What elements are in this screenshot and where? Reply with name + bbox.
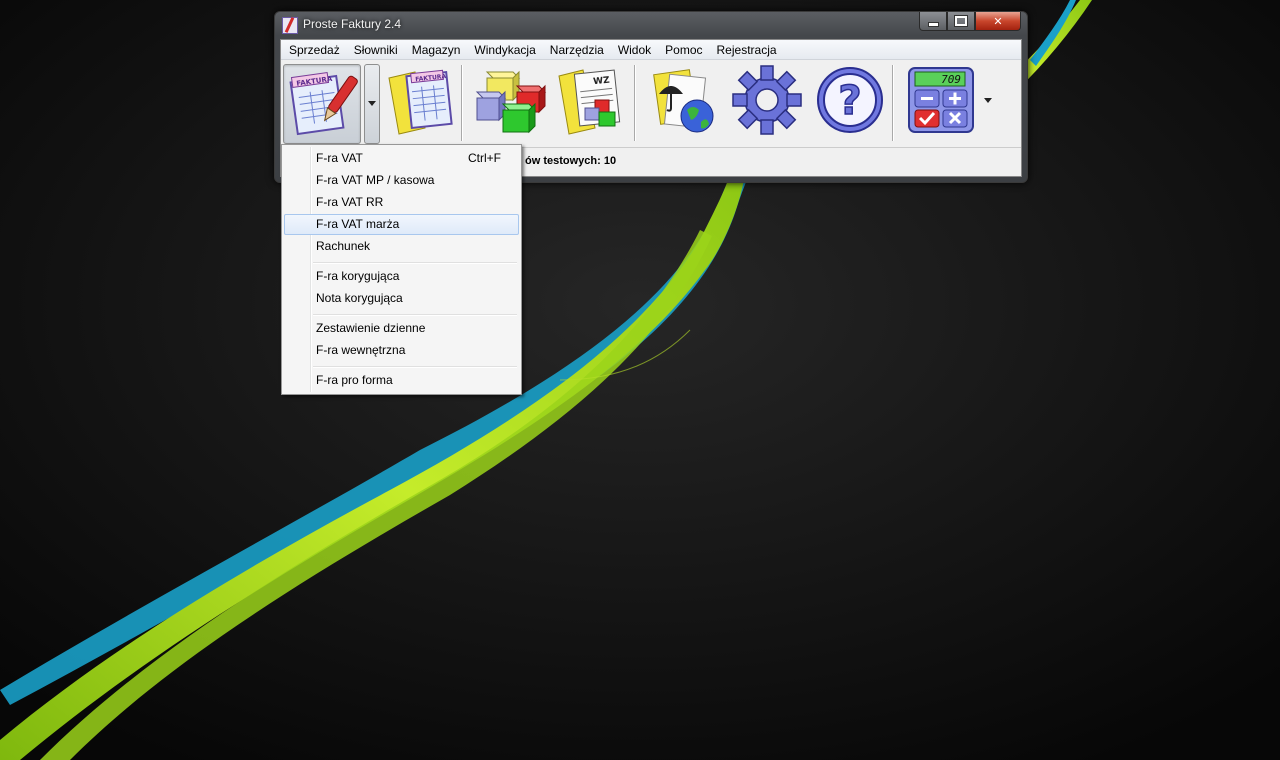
menu-magazyn[interactable]: Magazyn (405, 40, 468, 59)
warehouse-button[interactable] (473, 64, 547, 136)
menu-narzedzia[interactable]: Narzędzia (543, 40, 611, 59)
menu-slowniki[interactable]: Słowniki (347, 40, 405, 59)
chevron-down-icon (368, 101, 376, 106)
toolbar-separator (461, 65, 463, 141)
menu-item-label: Nota korygująca (316, 291, 403, 305)
maximize-button[interactable] (947, 12, 975, 31)
caption-buttons: ✕ (919, 12, 1021, 31)
calculator-display: 709 (941, 73, 961, 86)
menu-bar: Sprzedaż Słowniki Magazyn Windykacja Nar… (281, 40, 1021, 60)
calculator-button[interactable]: 709 (905, 64, 975, 136)
help-icon: ? (817, 67, 883, 133)
settlements-button[interactable] (647, 64, 717, 136)
menu-separator (313, 314, 517, 316)
menu-item-label: F-ra pro forma (316, 373, 393, 387)
menu-item-label: F-ra korygująca (316, 269, 400, 283)
menu-sprzedaz[interactable]: Sprzedaż (281, 40, 347, 59)
menu-windykacja[interactable]: Windykacja (467, 40, 542, 59)
app-icon[interactable] (282, 17, 298, 34)
menu-item-label: F-ra VAT (316, 151, 363, 165)
settings-button[interactable] (731, 64, 802, 136)
menu-item-label: F-ra VAT RR (316, 195, 384, 209)
minimize-button[interactable] (919, 12, 947, 31)
menu-item-zestawienie-dzienne[interactable]: Zestawienie dzienne (284, 318, 517, 338)
chevron-down-icon (984, 98, 992, 103)
invoice-edit-icon: FAKTURA (289, 71, 358, 136)
menu-item-fra-vat-rr[interactable]: F-ra VAT RR (284, 192, 517, 212)
invoice-list-button[interactable]: FAKTURA (385, 64, 455, 136)
new-invoice-button[interactable]: FAKTURA (283, 64, 361, 144)
menu-item-fra-vat-marza[interactable]: F-ra VAT marża (284, 214, 519, 235)
maximize-icon (954, 15, 968, 27)
menu-item-label: F-ra VAT MP / kasowa (316, 173, 435, 187)
menu-item-label: Rachunek (316, 239, 371, 253)
menu-separator (313, 366, 517, 368)
wz-document-icon: WZ (558, 69, 621, 135)
toolbar-separator (892, 65, 894, 141)
menu-item-fra-wewnetrzna[interactable]: F-ra wewnętrzna (284, 340, 517, 360)
toolbar: FAKTURA FAKTURA WZ ? 709 (281, 61, 1021, 145)
help-button[interactable]: ? (814, 64, 884, 136)
window-title: Proste Faktury 2.4 (303, 17, 402, 31)
toolbar-overflow-button[interactable] (981, 93, 995, 107)
umbrella-globe-icon (653, 69, 714, 133)
calculator-icon: 709 (908, 67, 974, 133)
menu-item-fra-vat[interactable]: F-ra VAT Ctrl+F (284, 148, 517, 168)
close-button[interactable]: ✕ (975, 12, 1021, 31)
menu-item-label: Zestawienie dzienne (316, 321, 426, 335)
invoice-folder-icon: FAKTURA (388, 69, 453, 135)
menu-item-nota-korygujaca[interactable]: Nota korygująca (284, 288, 517, 308)
wz-document-button[interactable]: WZ (555, 64, 625, 136)
help-glyph: ? (838, 78, 861, 124)
menu-widok[interactable]: Widok (611, 40, 658, 59)
close-icon: ✕ (993, 14, 1003, 28)
menu-rejestracja[interactable]: Rejestracja (710, 40, 784, 59)
menu-separator (313, 262, 517, 264)
menu-item-rachunek[interactable]: Rachunek (284, 236, 517, 256)
menu-item-fra-vat-mp-kasowa[interactable]: F-ra VAT MP / kasowa (284, 170, 517, 190)
menu-item-label: F-ra wewnętrzna (316, 343, 406, 357)
menu-item-fra-pro-forma[interactable]: F-ra pro forma (284, 370, 517, 390)
minimize-icon (927, 21, 939, 27)
toolbar-separator (634, 65, 636, 141)
menu-pomoc[interactable]: Pomoc (658, 40, 709, 59)
title-bar[interactable]: Proste Faktury 2.4 ✕ (275, 12, 1027, 38)
status-text: ów testowych: 10 (525, 155, 617, 167)
wz-icon-label: WZ (593, 76, 611, 88)
boxes-icon (475, 70, 547, 134)
gear-icon (732, 65, 802, 135)
new-document-dropdown-menu: F-ra VAT Ctrl+F F-ra VAT MP / kasowa F-r… (281, 144, 522, 395)
new-invoice-dropdown-button[interactable] (364, 64, 380, 144)
menu-item-label: F-ra VAT marża (316, 217, 400, 231)
menu-item-fra-korygujaca[interactable]: F-ra korygująca (284, 266, 517, 286)
menu-item-shortcut: Ctrl+F (468, 151, 501, 165)
